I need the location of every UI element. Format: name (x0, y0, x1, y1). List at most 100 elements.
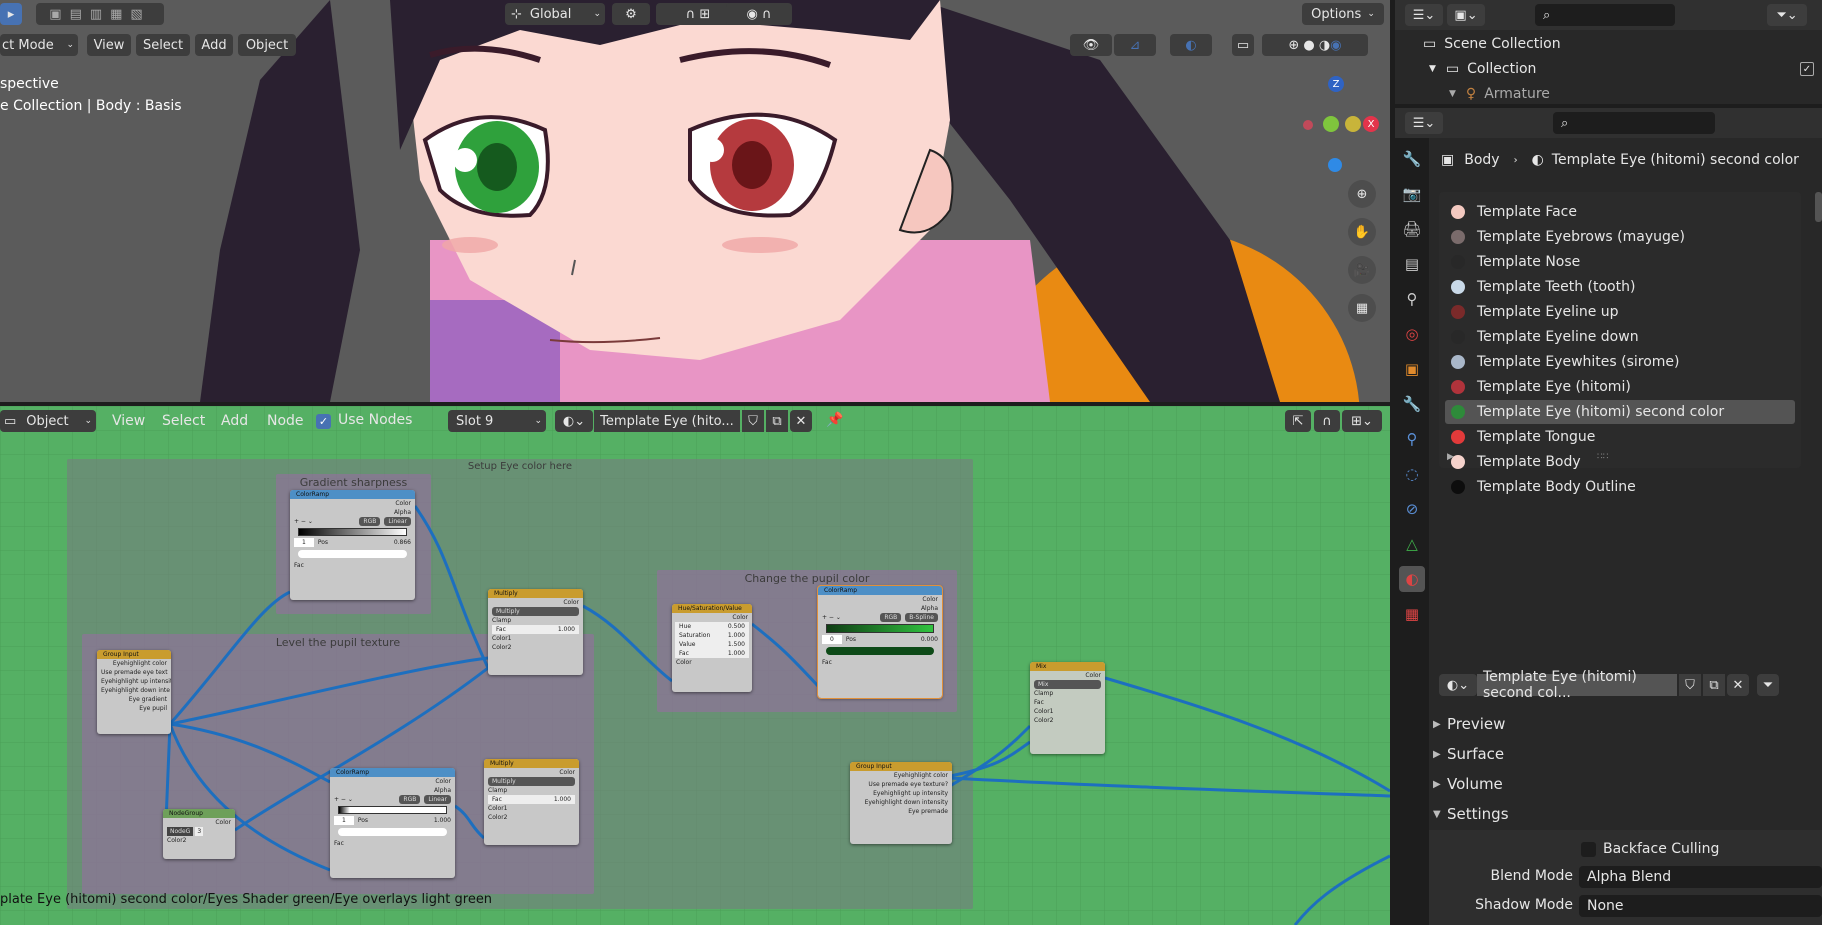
material-name-field[interactable]: Template Eye (hito... (594, 410, 740, 432)
panel-volume[interactable]: ▶ Volume (1433, 770, 1813, 798)
menu-select[interactable]: Select (136, 34, 190, 56)
menu-select[interactable]: Select (158, 410, 209, 432)
selection-mode-group[interactable]: ▣▤▥▦▧ (36, 3, 164, 25)
view-layer-tab-icon[interactable]: ▤ (1399, 251, 1425, 277)
material-slot-item[interactable]: Template Face (1445, 200, 1795, 224)
modifier-tab-icon[interactable]: 🔧 (1399, 391, 1425, 417)
close-icon[interactable]: ✕ (790, 410, 812, 432)
properties-search-input[interactable]: ⌕ (1553, 112, 1715, 134)
color-swatch[interactable] (826, 647, 934, 655)
gizmo-neg-x[interactable] (1303, 120, 1313, 130)
outliner-search-input[interactable]: ⌕ (1535, 4, 1675, 26)
object-tab-icon[interactable]: ▣ (1399, 356, 1425, 382)
panel-settings[interactable]: ▼ Settings (1433, 800, 1813, 828)
world-tab-icon[interactable]: ◎ (1399, 321, 1425, 347)
node-group-input-2[interactable]: Group Input Eyehighlight color Use prema… (850, 762, 952, 844)
node-mix[interactable]: Mix Color Mix Clamp Fac Color1 Color2 (1030, 662, 1105, 754)
expand-arrow-icon[interactable]: ▼ (1429, 64, 1436, 74)
node-multiply-2[interactable]: Multiply Color Multiply Clamp Fac 1.000 C… (484, 759, 579, 845)
material-slot-item[interactable]: Template Eyebrows (mayuge) (1445, 225, 1795, 249)
color-ramp-gradient[interactable] (338, 806, 447, 814)
texture-tab-icon[interactable]: ▦ (1399, 601, 1425, 627)
menu-node[interactable]: Node (263, 410, 308, 432)
snap-icon[interactable]: ∩ (1314, 410, 1340, 432)
display-mode-icon[interactable]: ▣⌄ (1447, 4, 1485, 26)
duplicate-icon[interactable]: ⧉ (1703, 674, 1725, 696)
gizmo-x-axis[interactable]: X (1363, 116, 1379, 132)
material-slot-item[interactable]: Template Nose (1445, 250, 1795, 274)
outliner-collection[interactable]: ▼ ▭ Collection (1429, 61, 1536, 77)
material-slot-item[interactable]: Template Eyeline up (1445, 300, 1795, 324)
expand-arrow-icon[interactable]: ▼ (1449, 89, 1456, 99)
navigation-gizmo[interactable]: Z X (1283, 76, 1379, 172)
color-swatch[interactable] (298, 550, 407, 558)
material-slot-item[interactable]: Template Body Outline (1445, 475, 1795, 499)
shading-modes[interactable]: ⊕ ● ◑ ◉ (1262, 34, 1368, 56)
menu-view[interactable]: View (87, 34, 131, 56)
material-slot-item[interactable]: Template Eyeline down (1445, 325, 1795, 349)
constraints-tab-icon[interactable]: ⊘ (1399, 496, 1425, 522)
editor-type-icon[interactable]: ☰⌄ (1405, 112, 1443, 134)
menu-view[interactable]: View (108, 410, 149, 432)
node-multiply-1[interactable]: Multiply Color Multiply Clamp Fac 1.000 C… (488, 589, 583, 675)
shader-node-editor[interactable]: Setup Eye color here Gradient sharpness … (0, 406, 1390, 925)
slot-dropdown[interactable]: Slot 9 ⌄ (448, 410, 546, 432)
filter-icon[interactable]: ⏷⌄ (1767, 4, 1807, 26)
object-type-dropdown[interactable]: ▭ Object ⌄ (0, 410, 96, 432)
menu-add[interactable]: Add (217, 410, 252, 432)
color-swatch[interactable] (338, 828, 447, 836)
material-slot-item[interactable]: Template Eyewhites (sirome) (1445, 350, 1795, 374)
backface-culling-checkbox[interactable] (1581, 842, 1596, 857)
use-nodes-checkbox[interactable]: ✓ (316, 414, 331, 429)
color-ramp-gradient[interactable] (826, 624, 934, 633)
material-slot-item[interactable]: Template Tongue (1445, 425, 1795, 449)
visibility-icon[interactable]: 👁 (1070, 34, 1112, 56)
material-name-field[interactable]: Template Eye (hitomi) second col... (1477, 669, 1677, 701)
scene-tab-icon[interactable]: ⚲ (1399, 286, 1425, 312)
shadow-mode-dropdown[interactable]: None (1579, 895, 1822, 917)
slot-add-icon[interactable] (1815, 192, 1822, 222)
fake-user-shield-icon[interactable]: ⛉ (742, 410, 764, 432)
material-browse-icon[interactable]: ◐⌄ (555, 410, 593, 432)
node-colorramp-gradient[interactable]: ColorRamp Color Alpha + − ⌄ RGB Linear 1 Po… (290, 490, 415, 600)
pivot-point-icon[interactable]: ⚙ (612, 3, 650, 25)
panel-surface[interactable]: ▶ Surface (1433, 740, 1813, 768)
color-ramp-gradient[interactable] (298, 528, 407, 536)
material-slot-item[interactable]: Template Body (1445, 450, 1795, 474)
node-link-icon[interactable]: ⏷ (1757, 674, 1779, 696)
outliner-armature[interactable]: ▼ ♀ Armature (1449, 86, 1550, 102)
outliner-scene-collection[interactable]: ▭ Scene Collection (1423, 36, 1561, 52)
mode-dropdown[interactable]: ct Mode ⌄ (0, 34, 78, 56)
node-colorramp-pupil[interactable]: ColorRamp Color Alpha + − ⌄ RGB B-Spline 0… (817, 585, 943, 699)
overlays-icon[interactable]: ◐ (1170, 34, 1212, 56)
gizmo-icon[interactable]: ⊿ (1114, 34, 1156, 56)
material-browse-icon[interactable]: ◐⌄ (1439, 674, 1477, 696)
node-nodegroup[interactable]: NodeGroup Color NodeG 3 Color2 (163, 809, 235, 859)
collection-checkbox[interactable]: ✓ (1800, 62, 1814, 76)
options-dropdown[interactable]: Options ⌄ (1302, 3, 1384, 25)
blend-mode-dropdown[interactable]: Alpha Blend (1579, 866, 1822, 888)
zoom-icon[interactable]: ⊕ (1348, 180, 1376, 208)
data-tab-icon[interactable]: △ (1399, 531, 1425, 557)
tool-tab-icon[interactable]: 🔧 (1399, 146, 1425, 172)
gizmo-z-axis[interactable]: Z (1328, 76, 1344, 92)
physics-tab-icon[interactable]: ◌ (1399, 461, 1425, 487)
snap-target-icon[interactable]: ⊞⌄ (1342, 410, 1382, 432)
pan-hand-icon[interactable]: ✋ (1348, 218, 1376, 246)
output-tab-icon[interactable]: 🖨 (1399, 216, 1425, 242)
camera-icon[interactable]: 🎥 (1348, 256, 1376, 284)
menu-add[interactable]: Add (195, 34, 233, 56)
node-colorramp-level[interactable]: ColorRamp Color Alpha + − ⌄ RGB Linear 1 Po… (330, 768, 455, 878)
gizmo-neg-z[interactable] (1328, 158, 1342, 172)
close-icon[interactable]: ✕ (1727, 674, 1749, 696)
render-tab-icon[interactable]: 📷 (1399, 181, 1425, 207)
material-slot-item[interactable]: Template Eye (hitomi) (1445, 375, 1795, 399)
gizmo-y-axis[interactable] (1323, 116, 1339, 132)
particles-tab-icon[interactable]: ⚲ (1399, 426, 1425, 452)
node-hue-saturation-value[interactable]: Hue/Saturation/Value Color Hue 0.500 Satu… (672, 604, 752, 692)
3d-viewport[interactable]: ▸ ▣▤▥▦▧ ⊹ Global ⌄ ⚙ ∩ ⊞ ◉ ∩ Options ⌄ c… (0, 0, 1390, 402)
panel-preview[interactable]: ▶ Preview (1433, 710, 1813, 738)
parent-node-tree-icon[interactable]: ⇱ (1285, 410, 1311, 432)
pin-icon[interactable]: 📌 (826, 412, 843, 428)
material-slot-item[interactable]: Template Eye (hitomi) second color (1445, 400, 1795, 424)
